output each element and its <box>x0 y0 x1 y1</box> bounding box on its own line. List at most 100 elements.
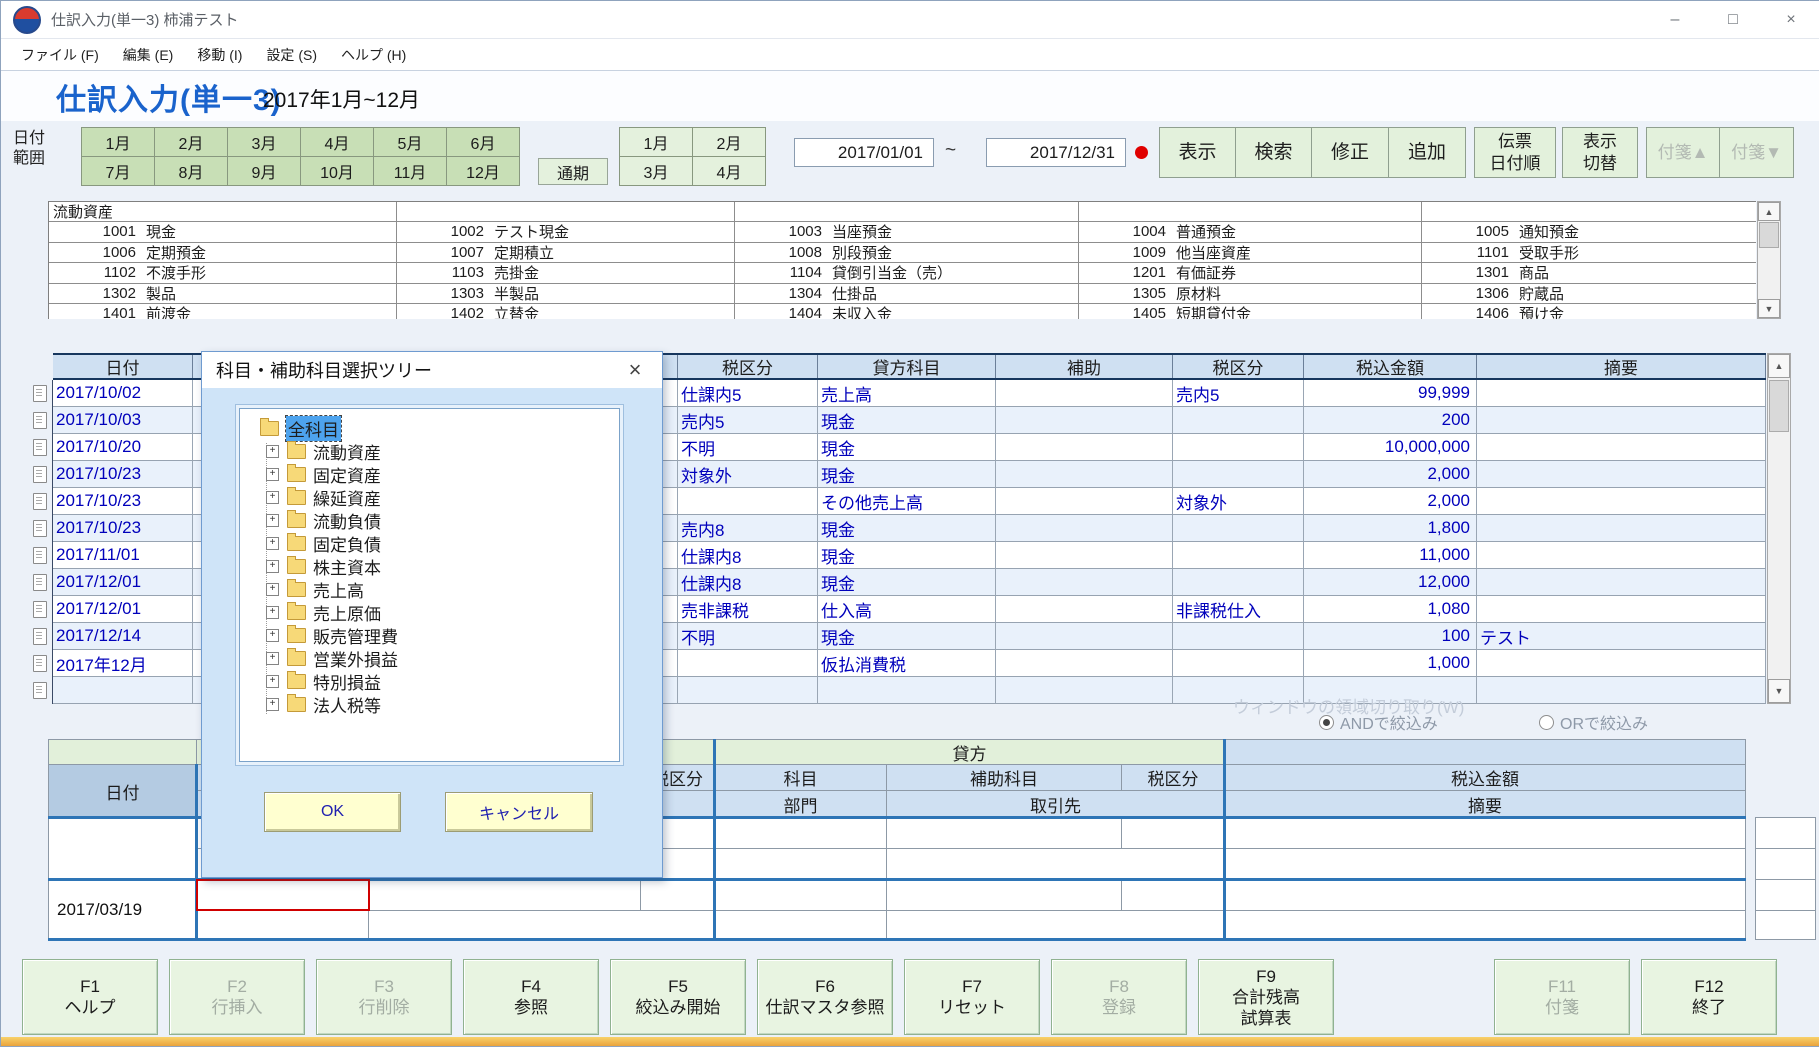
entry-cell[interactable] <box>1224 910 1746 940</box>
tree-node[interactable]: + 流動資産 <box>252 440 619 463</box>
account-item[interactable]: 1001 現金 <box>49 222 397 243</box>
expand-plus-icon[interactable]: + <box>266 468 279 481</box>
radio-selected-icon[interactable] <box>1319 715 1334 730</box>
and-filter-radio[interactable]: ANDで絞込み <box>1319 713 1438 731</box>
expand-plus-icon[interactable]: + <box>266 445 279 458</box>
account-item[interactable]: 1301 商品 <box>1422 263 1756 284</box>
scroll-up-icon[interactable]: ▲ <box>1768 354 1790 378</box>
account-scrollbar[interactable]: ▲ ▼ <box>1757 201 1781 319</box>
month-button[interactable]: 9月 <box>228 157 301 186</box>
entry-cell[interactable] <box>886 817 1122 849</box>
account-item[interactable]: 1305 原材料 <box>1079 284 1422 305</box>
function-key-button[interactable]: F4 参照 <box>463 959 599 1035</box>
expand-plus-icon[interactable]: + <box>266 560 279 573</box>
tree-node[interactable]: + 固定負債 <box>252 532 619 555</box>
search-button[interactable]: 検索 <box>1235 127 1312 178</box>
entry-cell[interactable] <box>886 848 1225 880</box>
account-item[interactable]: 1009 他当座資産 <box>1079 243 1422 264</box>
show-button[interactable]: 表示 <box>1159 127 1236 178</box>
active-entry-cell[interactable] <box>196 879 370 911</box>
account-item[interactable]: 1406 預け金 <box>1422 304 1756 319</box>
date-from-input[interactable]: 2017/01/01 <box>794 138 934 167</box>
menu-item[interactable]: ヘルプ (H) <box>329 45 418 65</box>
expand-plus-icon[interactable]: + <box>266 514 279 527</box>
tree-node[interactable]: + 固定資産 <box>252 463 619 486</box>
tree-node[interactable]: + 法人税等 <box>252 693 619 716</box>
function-key-button[interactable]: F7 リセット <box>904 959 1040 1035</box>
menu-item[interactable]: ファイル (F) <box>9 45 111 65</box>
expand-plus-icon[interactable]: + <box>266 583 279 596</box>
entry-cell[interactable] <box>368 879 641 911</box>
or-filter-radio[interactable]: ORで絞込み <box>1539 713 1648 731</box>
expand-plus-icon[interactable]: + <box>266 652 279 665</box>
entry-date-cell-empty[interactable] <box>48 817 197 880</box>
expand-plus-icon[interactable]: + <box>266 675 279 688</box>
function-key-button[interactable]: F9 合計残高 試算表 <box>1198 959 1334 1035</box>
account-item[interactable]: 1006 定期預金 <box>49 243 397 264</box>
scroll-down-icon[interactable]: ▼ <box>1758 299 1780 318</box>
month-button[interactable]: 11月 <box>374 157 447 186</box>
menu-item[interactable]: 編集 (E) <box>111 45 186 65</box>
entry-cell[interactable] <box>1121 879 1225 911</box>
scroll-up-icon[interactable]: ▲ <box>1758 202 1780 221</box>
account-item[interactable]: 1008 別段預金 <box>735 243 1079 264</box>
entry-cell[interactable] <box>640 879 715 911</box>
tree-node[interactable]: + 特別損益 <box>252 670 619 693</box>
ok-button[interactable]: OK <box>264 792 401 832</box>
account-item[interactable]: 1303 半製品 <box>397 284 735 305</box>
expand-plus-icon[interactable]: + <box>266 629 279 642</box>
date-to-input[interactable]: 2017/12/31 <box>986 138 1126 167</box>
expand-plus-icon[interactable]: + <box>266 537 279 550</box>
tree-root-node[interactable]: 全科目 <box>252 417 619 440</box>
account-item[interactable]: 1004 普通預金 <box>1079 222 1422 243</box>
expand-plus-icon[interactable]: + <box>266 606 279 619</box>
account-item[interactable]: 1002 テスト現金 <box>397 222 735 243</box>
radio-unselected-icon[interactable] <box>1539 715 1554 730</box>
entry-cell[interactable] <box>714 817 887 849</box>
month-button[interactable]: 2月 <box>155 128 228 157</box>
account-scrollbar-thumb[interactable] <box>1759 222 1779 248</box>
fusen-up-button[interactable]: 付箋▲ <box>1646 127 1720 178</box>
close-button[interactable]: × <box>1762 1 1819 38</box>
account-item[interactable]: 1304 仕掛品 <box>735 284 1079 305</box>
month-button[interactable]: 5月 <box>374 128 447 157</box>
entry-cell[interactable] <box>368 910 715 940</box>
function-key-button[interactable]: F11 付箋 <box>1494 959 1630 1035</box>
display-switch-button[interactable]: 表示切替 <box>1562 127 1638 178</box>
quarter-month-button[interactable]: 1月 <box>620 128 693 157</box>
month-button[interactable]: 12月 <box>447 157 520 186</box>
entry-cell[interactable] <box>1224 848 1746 880</box>
tree-node[interactable]: + 営業外損益 <box>252 647 619 670</box>
add-button[interactable]: 追加 <box>1388 127 1466 178</box>
entry-cell[interactable] <box>714 910 887 940</box>
tree-node[interactable]: + 株主資本 <box>252 555 619 578</box>
function-key-button[interactable]: F12 終了 <box>1641 959 1777 1035</box>
tree-node[interactable]: + 売上高 <box>252 578 619 601</box>
account-item[interactable]: 1103 売掛金 <box>397 263 735 284</box>
month-button[interactable]: 1月 <box>82 128 155 157</box>
entry-cell[interactable] <box>714 848 887 880</box>
account-item[interactable]: 1306 貯蔵品 <box>1422 284 1756 305</box>
tree-node[interactable]: + 販売管理費 <box>252 624 619 647</box>
account-item[interactable]: 1007 定期積立 <box>397 243 735 264</box>
function-key-button[interactable]: F3 行削除 <box>316 959 452 1035</box>
month-button[interactable]: 3月 <box>228 128 301 157</box>
account-item[interactable]: 1104 貸倒引当金（売） <box>735 263 1079 284</box>
account-item[interactable]: 1401 前渡金 <box>49 304 397 319</box>
entry-date-value[interactable]: 2017/03/19 <box>48 879 197 940</box>
account-item[interactable]: 1402 立替金 <box>397 304 735 319</box>
account-item[interactable]: 1302 製品 <box>49 284 397 305</box>
quarter-month-button[interactable]: 3月 <box>620 157 693 186</box>
tree-node[interactable]: + 繰延資産 <box>252 486 619 509</box>
account-item[interactable]: 1404 未収入金 <box>735 304 1079 319</box>
month-button[interactable]: 8月 <box>155 157 228 186</box>
entry-cell[interactable] <box>714 879 887 911</box>
journal-scrollbar[interactable]: ▲ ▼ <box>1767 353 1791 704</box>
entry-cell[interactable] <box>886 910 1225 940</box>
entry-cell[interactable] <box>1121 817 1225 849</box>
account-item[interactable]: 1405 短期貸付金 <box>1079 304 1422 319</box>
function-key-button[interactable]: F5 絞込み開始 <box>610 959 746 1035</box>
function-key-button[interactable]: F8 登録 <box>1051 959 1187 1035</box>
minimize-button[interactable]: – <box>1646 1 1704 38</box>
modify-button[interactable]: 修正 <box>1311 127 1389 178</box>
